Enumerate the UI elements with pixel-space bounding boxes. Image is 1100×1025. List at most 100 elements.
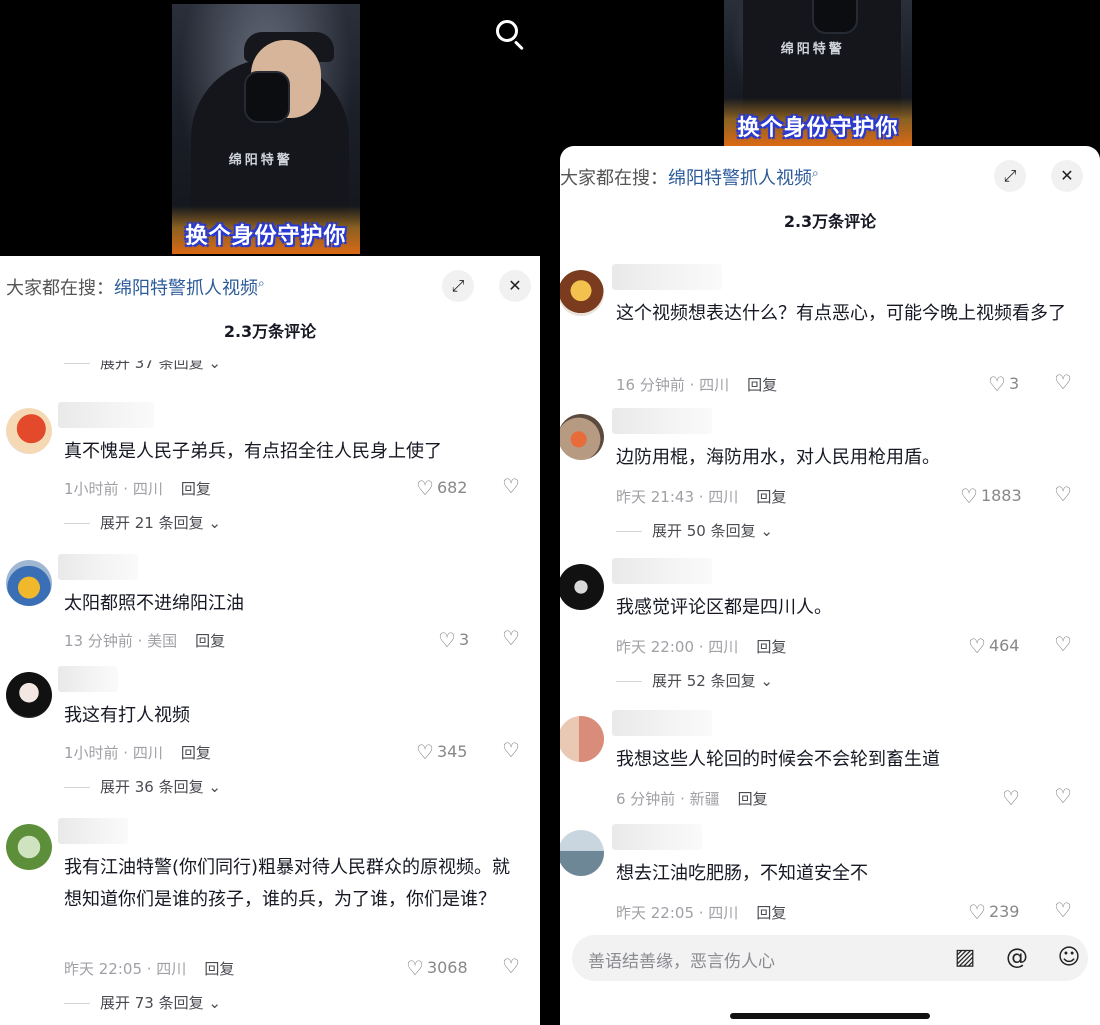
expand-replies[interactable]: 展开 21 条回复 ⌄	[64, 512, 221, 533]
comment-input[interactable]: 善语结善缘，恶言伤人心	[588, 947, 775, 972]
comment-meta: 昨天 21:43 · 四川 回复	[616, 486, 786, 507]
like-count: 345	[436, 742, 468, 761]
comment-text: 边防用棍，海防用水，对人民用枪用盾。	[616, 447, 940, 468]
uniform-patch: 绵阳特警	[780, 41, 845, 57]
comment-meta: 13 分钟前 · 美国 回复	[64, 630, 225, 651]
expand-replies[interactable]: 展开 73 条回复 ⌄	[64, 992, 221, 1013]
avatar[interactable]	[560, 830, 604, 876]
broken-heart-icon[interactable]: ♡	[1054, 784, 1072, 808]
search-icon[interactable]	[494, 18, 528, 52]
heart-icon: ♡	[988, 372, 1006, 396]
left-screenshot: 绵阳特警 换个身份守护你 大家都在搜：绵阳特警抓人视频⌕ ⤢ ✕ 2.3万条评论…	[0, 0, 540, 1025]
like-button[interactable]: ♡ 239	[968, 900, 1019, 924]
broken-heart-icon[interactable]: ♡	[1054, 370, 1072, 394]
like-button[interactable]: ♡	[1002, 786, 1023, 810]
comment-meta: 昨天 22:00 · 四川 回复	[616, 636, 786, 657]
like-button[interactable]: ♡ 3	[438, 628, 469, 652]
hot-search[interactable]: 大家都在搜：绵阳特警抓人视频⌕	[6, 274, 265, 300]
comment-time-location: 13 分钟前 · 美国	[64, 632, 178, 650]
broken-heart-icon[interactable]: ♡	[502, 954, 520, 978]
like-button[interactable]: ♡ 3	[988, 372, 1019, 396]
close-button[interactable]: ✕	[1051, 160, 1083, 192]
comment-input-bar[interactable]: 善语结善缘，恶言伤人心 ▨ @ ☺	[572, 935, 1088, 981]
comment-time-location: 昨天 22:00 · 四川	[616, 638, 739, 656]
reply-button[interactable]: 回复	[181, 480, 211, 498]
officer-fist	[812, 0, 859, 35]
username[interactable]	[58, 818, 128, 844]
heart-icon: ♡	[968, 634, 986, 658]
avatar[interactable]	[560, 414, 604, 460]
hot-search-term[interactable]: 绵阳特警抓人视频	[668, 168, 812, 189]
comment-sheet: 大家都在搜：绵阳特警抓人视频⌕ ⤢ ✕ 2.3万条评论 展开 37 条回复 ⌄ …	[0, 256, 540, 1025]
avatar[interactable]	[560, 270, 604, 316]
broken-heart-icon[interactable]: ♡	[502, 474, 520, 498]
like-button[interactable]: ♡ 3068	[406, 956, 468, 980]
avatar[interactable]	[6, 408, 52, 454]
username[interactable]	[612, 558, 712, 584]
username[interactable]	[612, 710, 712, 736]
like-count: 464	[988, 636, 1020, 655]
comment-text: 我这有打人视频	[64, 705, 190, 726]
comment-sheet: 大家都在搜：绵阳特警抓人视频⌕ ⤢ ✕ 2.3万条评论 这个视频想表达什么？有点…	[560, 146, 1100, 1025]
expand-replies[interactable]: 展开 52 条回复 ⌄	[616, 670, 773, 691]
reply-button[interactable]: 回复	[204, 960, 234, 978]
avatar[interactable]	[560, 564, 604, 610]
broken-heart-icon[interactable]: ♡	[1054, 898, 1072, 922]
video-thumbnail[interactable]: 绵阳特警 换个身份守护你	[172, 4, 360, 254]
like-count: 1883	[980, 486, 1022, 505]
heart-icon: ♡	[1002, 786, 1020, 810]
username[interactable]	[612, 824, 702, 850]
broken-heart-icon[interactable]: ♡	[502, 626, 520, 650]
like-button[interactable]: ♡ 464	[968, 634, 1019, 658]
expand-button[interactable]: ⤢	[442, 270, 474, 302]
at-icon[interactable]: @	[1002, 943, 1032, 973]
reply-button[interactable]: 回复	[747, 376, 777, 394]
like-button[interactable]: ♡ 682	[416, 476, 467, 500]
video-thumbnail[interactable]: 绵阳特警 换个身份守护你	[724, 0, 912, 146]
image-icon[interactable]: ▨	[950, 943, 980, 973]
username[interactable]	[58, 554, 138, 580]
expand-replies-cut[interactable]: 展开 37 条回复 ⌄	[64, 360, 221, 373]
username[interactable]	[58, 402, 154, 428]
hot-search-label: 大家都在搜：	[560, 168, 668, 189]
avatar[interactable]	[560, 716, 604, 762]
comment-meta: 6 分钟前 · 新疆 回复	[616, 788, 768, 809]
close-icon: ✕	[508, 276, 522, 295]
heart-icon: ♡	[416, 740, 434, 764]
avatar[interactable]	[6, 672, 52, 718]
broken-heart-icon[interactable]: ♡	[1054, 632, 1072, 656]
reply-button[interactable]: 回复	[195, 632, 225, 650]
comment-text: 我感觉评论区都是四川人。	[616, 597, 832, 618]
expand-replies[interactable]: 展开 36 条回复 ⌄	[64, 776, 221, 797]
close-button[interactable]: ✕	[499, 270, 531, 302]
reply-button[interactable]: 回复	[756, 488, 786, 506]
broken-heart-icon[interactable]: ♡	[1054, 482, 1072, 506]
emoji-icon[interactable]: ☺	[1054, 943, 1084, 973]
comment-time-location: 昨天 22:05 · 四川	[64, 960, 187, 978]
comment-time-location: 昨天 22:05 · 四川	[616, 904, 739, 922]
heart-icon: ♡	[968, 900, 986, 924]
like-count: 3	[458, 630, 470, 649]
like-button[interactable]: ♡ 345	[416, 740, 467, 764]
broken-heart-icon[interactable]: ♡	[502, 738, 520, 762]
reply-button[interactable]: 回复	[756, 904, 786, 922]
username[interactable]	[612, 264, 722, 290]
comment-text: 太阳都照不进绵阳江油	[64, 593, 244, 614]
home-indicator	[730, 1013, 930, 1019]
comment-time-location: 1小时前 · 四川	[64, 744, 163, 762]
hot-search-term[interactable]: 绵阳特警抓人视频	[114, 278, 258, 299]
hot-search[interactable]: 大家都在搜：绵阳特警抓人视频⌕	[560, 164, 819, 190]
avatar[interactable]	[6, 560, 52, 606]
reply-button[interactable]: 回复	[756, 638, 786, 656]
like-button[interactable]: ♡ 1883	[960, 484, 1022, 508]
comment-meta: 昨天 22:05 · 四川 回复	[616, 902, 786, 923]
expand-replies[interactable]: 展开 50 条回复 ⌄	[616, 520, 773, 541]
reply-button[interactable]: 回复	[738, 790, 768, 808]
sheet-header: 大家都在搜：绵阳特警抓人视频⌕ ⤢ ✕ 2.3万条评论	[0, 256, 540, 341]
reply-button[interactable]: 回复	[181, 744, 211, 762]
username[interactable]	[58, 666, 118, 692]
username[interactable]	[612, 408, 712, 434]
expand-button[interactable]: ⤢	[994, 160, 1026, 192]
comment-count-title: 2.3万条评论	[223, 322, 317, 341]
avatar[interactable]	[6, 824, 52, 870]
